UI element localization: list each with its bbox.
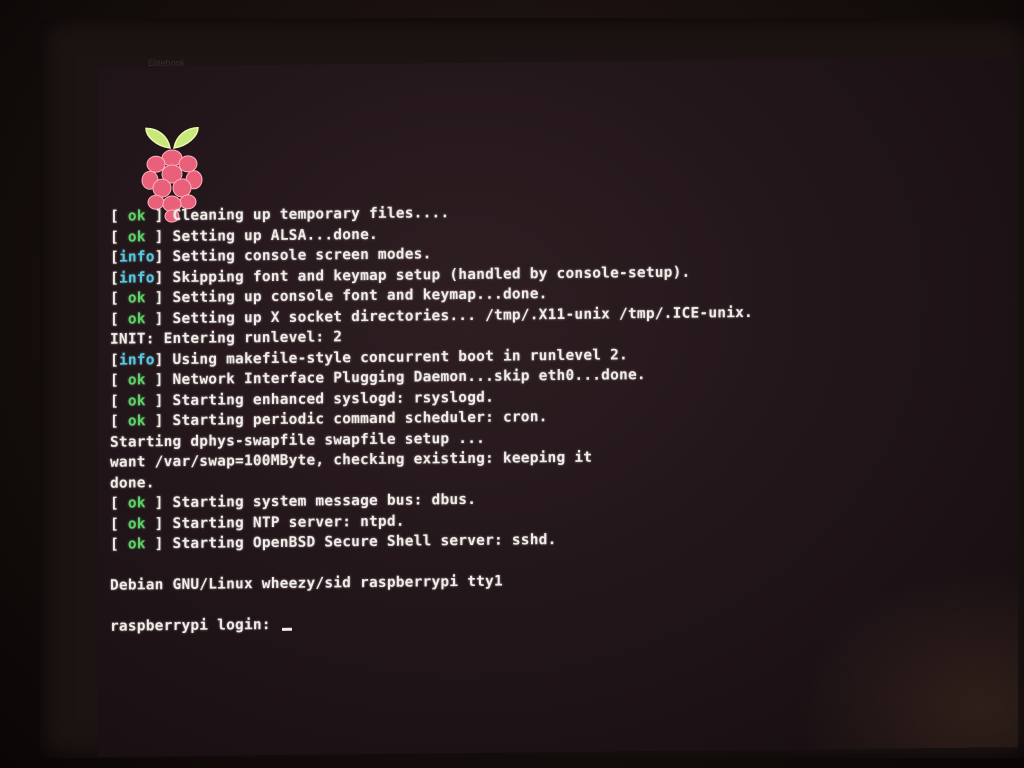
console-line-text: Network Interface Plugging Daemon...skip… (172, 367, 646, 389)
status-ok-badge: ok (127, 536, 146, 553)
status-bracket-close: ] (145, 228, 173, 245)
status-ok-badge: ok (127, 515, 146, 533)
status-bracket-open: [ (110, 413, 128, 430)
status-bracket-open: [ (110, 352, 119, 369)
login-prompt: raspberrypi login: (110, 616, 280, 635)
status-ok-badge: ok (127, 228, 146, 246)
status-bracket-close: ] (154, 351, 173, 368)
status-bracket-open: [ (110, 229, 128, 246)
console-line-text: Setting up console font and keymap...don… (172, 286, 548, 307)
room-background: Elitebook [ ok ] Cleaning up temporary f… (0, 0, 1024, 768)
console-line-text: Starting OpenBSD Secure Shell server: ss… (172, 532, 557, 553)
text-cursor (281, 627, 292, 631)
status-bracket-open: [ (110, 270, 119, 287)
status-bracket-open: [ (110, 516, 128, 533)
status-bracket-close: ] (145, 495, 173, 512)
status-bracket-close: ] (145, 392, 173, 409)
status-bracket-close: ] (145, 310, 173, 327)
console-line-text: Starting dphys-swapfile swapfile setup .… (110, 430, 486, 451)
console-line-text: Starting periodic command scheduler: cro… (172, 409, 548, 430)
console-line-text: Starting NTP server: ntpd. (172, 513, 405, 532)
console-line-text: Starting system message bus: dbus. (172, 491, 477, 512)
status-bracket-close: ] (145, 413, 173, 430)
raspberry-leaf-left-icon (145, 127, 171, 149)
terminal-screen[interactable]: [ ok ] Cleaning up temporary files....[ … (98, 57, 1018, 757)
status-ok-badge: ok (127, 208, 146, 225)
status-bracket-close: ] (145, 515, 173, 532)
console-line-text: Setting console screen modes. (172, 246, 432, 266)
status-info-badge: info (118, 351, 155, 369)
status-bracket-open: [ (110, 311, 128, 328)
status-ok-badge: ok (127, 310, 146, 328)
status-bracket-close: ] (145, 208, 173, 225)
console-line-text: INIT: Entering runlevel: 2 (110, 329, 343, 348)
status-bracket-close: ] (145, 372, 173, 389)
console-line-text: Starting enhanced syslogd: rsyslogd. (172, 389, 495, 409)
status-bracket-open: [ (110, 208, 128, 225)
status-bracket-open: [ (110, 372, 128, 389)
status-bracket-close: ] (145, 536, 173, 553)
status-bracket-open: [ (110, 290, 128, 307)
status-bracket-close: ] (145, 290, 173, 307)
status-bracket-open: [ (110, 495, 128, 512)
console-line-text: Skipping font and keymap setup (handled … (172, 264, 691, 286)
console-line-text: done. (110, 474, 155, 492)
console-line-text: Cleaning up temporary files.... (172, 205, 450, 225)
status-info-badge: info (118, 269, 155, 287)
status-ok-badge: ok (127, 413, 146, 430)
status-ok-badge: ok (127, 290, 146, 307)
status-ok-badge: ok (127, 392, 146, 410)
status-bracket-open: [ (110, 393, 128, 410)
status-info-badge: info (118, 249, 155, 266)
console-line-text: want /var/swap=100MByte, checking existi… (110, 449, 593, 471)
console-line-text: Using makefile-style concurrent boot in … (172, 346, 628, 368)
raspberry-leaf-right-icon (173, 127, 199, 149)
screen-glare (798, 566, 1018, 757)
status-bracket-close: ] (154, 249, 173, 266)
console-line-text: Setting up X socket directories... /tmp/… (172, 304, 753, 327)
status-ok-badge: ok (127, 372, 146, 389)
status-ok-badge: ok (127, 495, 146, 512)
status-bracket-open: [ (110, 249, 119, 266)
console-line-text: Setting up ALSA...done. (172, 226, 378, 245)
status-bracket-close: ] (154, 269, 173, 286)
status-bracket-open: [ (110, 536, 128, 553)
